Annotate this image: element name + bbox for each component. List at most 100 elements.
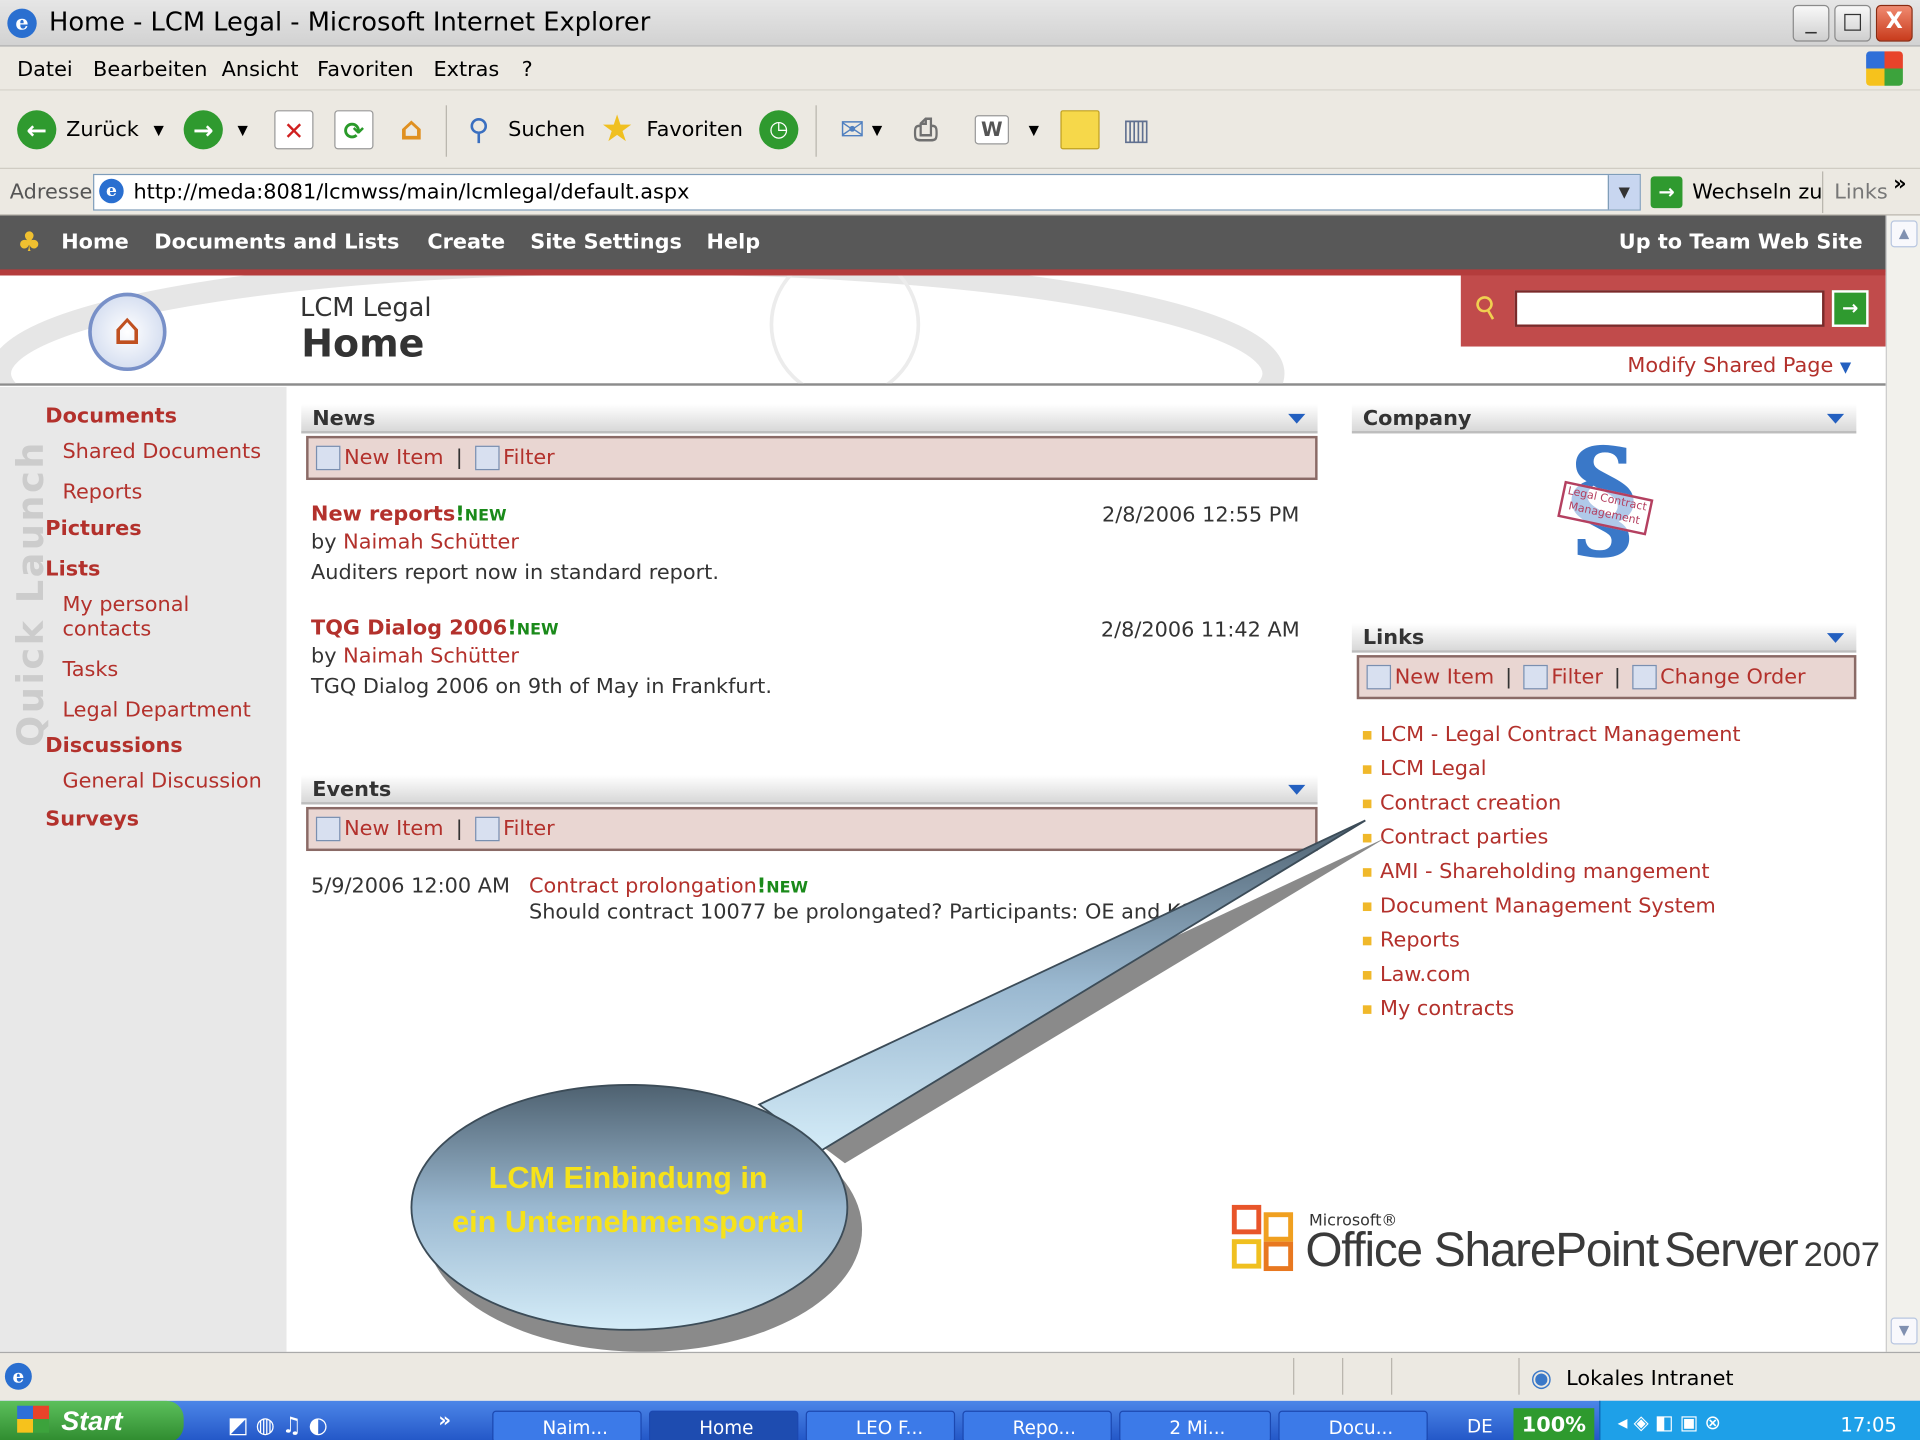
- link-item[interactable]: LCM - Legal Contract Management: [1363, 722, 1741, 746]
- ql-personal-contacts-line2[interactable]: contacts: [62, 617, 151, 643]
- start-button[interactable]: Start: [0, 1400, 184, 1440]
- refresh-button[interactable]: ⟳: [334, 110, 374, 150]
- link-item[interactable]: Document Management System: [1363, 894, 1716, 918]
- scroll-down-icon[interactable]: ▼: [1890, 1317, 1918, 1345]
- language-indicator[interactable]: DE: [1467, 1416, 1493, 1438]
- ql-pictures[interactable]: Pictures: [45, 517, 141, 541]
- link-item[interactable]: LCM Legal: [1363, 757, 1487, 781]
- nav-up-to-team-site[interactable]: Up to Team Web Site: [1619, 230, 1863, 254]
- ql-personal-contacts[interactable]: My personal: [62, 593, 189, 619]
- home-button[interactable]: ⌂: [392, 110, 431, 149]
- menu-help[interactable]: ?: [522, 58, 533, 82]
- stop-button[interactable]: ✕: [274, 110, 314, 150]
- news-new-item[interactable]: New Item: [344, 446, 443, 470]
- brand-office: Office SharePoint: [1305, 1224, 1659, 1278]
- menu-bearbeiten[interactable]: Bearbeiten: [93, 58, 207, 82]
- ql-surveys[interactable]: Surveys: [45, 807, 139, 831]
- mail-button[interactable]: ✉ ▼: [833, 110, 882, 149]
- ql-lists[interactable]: Lists: [45, 557, 100, 581]
- news-filter[interactable]: Filter: [503, 446, 555, 470]
- taskbar-button[interactable]: Naim...: [492, 1410, 642, 1440]
- security-zone: Lokales Intranet: [1566, 1366, 1734, 1392]
- link-item[interactable]: Contract parties: [1363, 825, 1548, 849]
- scroll-up-icon[interactable]: ▲: [1890, 220, 1918, 248]
- go-button[interactable]: → Wechseln zu: [1650, 174, 1822, 211]
- close-button[interactable]: X: [1875, 4, 1913, 42]
- news-item-title[interactable]: New reports: [311, 502, 455, 526]
- taskbar-button-active[interactable]: Home: [648, 1410, 799, 1440]
- links-webpart-header: Links: [1351, 623, 1857, 653]
- nav-help[interactable]: Help: [707, 230, 761, 254]
- quicklaunch-icons[interactable]: ◩ ◍ ♫ ◐: [228, 1413, 328, 1439]
- ql-shared-documents[interactable]: Shared Documents: [62, 440, 261, 466]
- zoom-indicator[interactable]: 100%: [1513, 1408, 1595, 1440]
- tray-icons[interactable]: ◂ ◈ ◧ ▣ ⊗: [1618, 1411, 1721, 1434]
- taskbar-button[interactable]: LEO F...: [805, 1410, 956, 1440]
- links-change-order[interactable]: Change Order: [1660, 665, 1805, 689]
- dropdown-icon[interactable]: ▼: [154, 122, 164, 138]
- chevron-down-icon[interactable]: [1826, 633, 1845, 643]
- ql-general-discussion[interactable]: General Discussion: [62, 769, 261, 795]
- nav-home[interactable]: Home: [61, 230, 129, 254]
- print-button[interactable]: ⎙: [906, 110, 945, 149]
- taskbar-button[interactable]: 2 Mi...: [1119, 1410, 1272, 1440]
- nav-site-settings[interactable]: Site Settings: [530, 230, 682, 254]
- word-button[interactable]: W ▼: [974, 110, 1039, 149]
- menu-extras[interactable]: Extras: [433, 58, 499, 82]
- dropdown-icon[interactable]: ▼: [238, 122, 248, 138]
- ql-legal-department[interactable]: Legal Department: [62, 698, 250, 724]
- research-button[interactable]: ▥: [1117, 110, 1156, 149]
- links-toolbar[interactable]: Links: [1834, 180, 1887, 204]
- back-button[interactable]: ← Zurück ▼: [17, 110, 164, 150]
- brand-product: Office SharePoint Server 2007: [1305, 1225, 1880, 1279]
- site-search-input[interactable]: [1514, 290, 1825, 327]
- by-label: by: [311, 530, 337, 555]
- url-dropdown-icon[interactable]: ▼: [1607, 175, 1640, 210]
- vertical-scrollbar[interactable]: ▲ ▼: [1885, 215, 1920, 1352]
- dropdown-icon[interactable]: ▼: [1029, 122, 1039, 138]
- links-filter[interactable]: Filter: [1551, 665, 1603, 689]
- author-link[interactable]: Naimah Schütter: [343, 644, 519, 668]
- news-item-title[interactable]: TQG Dialog 2006: [311, 616, 507, 640]
- site-home-icon[interactable]: ⌂: [88, 292, 167, 372]
- link-item[interactable]: My contracts: [1363, 997, 1514, 1021]
- menu-favoriten[interactable]: Favoriten: [317, 58, 413, 82]
- forward-button[interactable]: → ▼: [183, 110, 248, 150]
- ql-documents[interactable]: Documents: [45, 404, 177, 428]
- menu-datei[interactable]: Datei: [17, 58, 73, 82]
- news-item: TQG Dialog 2006!NEW: [311, 616, 559, 640]
- maximize-button[interactable]: □: [1834, 4, 1872, 42]
- search-button[interactable]: ⚲ Suchen: [459, 110, 585, 149]
- nav-create[interactable]: Create: [427, 230, 505, 254]
- ql-reports[interactable]: Reports: [62, 480, 142, 506]
- page-status-icon: e: [4, 1362, 32, 1390]
- url-input[interactable]: e http://meda:8081/lcmwss/main/lcmlegal/…: [93, 173, 1641, 211]
- minimize-button[interactable]: _: [1792, 4, 1830, 42]
- news-item-date: 2/8/2006 11:42 AM: [1100, 618, 1300, 643]
- chevron-down-icon[interactable]: [1288, 413, 1306, 424]
- modify-shared-page[interactable]: Modify Shared Page ▼: [1627, 354, 1851, 378]
- clock[interactable]: 17:05: [1840, 1413, 1896, 1436]
- link-item[interactable]: Contract creation: [1363, 791, 1561, 815]
- more-links-button[interactable]: »: [1893, 171, 1906, 195]
- news-item-body: Auditers report now in standard report.: [311, 560, 719, 586]
- search-go-button[interactable]: →: [1831, 290, 1869, 327]
- author-link[interactable]: Naimah Schütter: [343, 530, 519, 554]
- link-item[interactable]: AMI - Shareholding mangement: [1363, 860, 1710, 884]
- taskbar-more[interactable]: »: [438, 1408, 451, 1431]
- site-title[interactable]: LCM Legal: [300, 293, 432, 322]
- taskbar-button[interactable]: Repo...: [962, 1410, 1112, 1440]
- dropdown-icon[interactable]: ▼: [872, 122, 882, 138]
- favorites-button[interactable]: ★ Favoriten: [598, 110, 743, 149]
- new-item-icon: [1366, 664, 1392, 690]
- nav-documents-and-lists[interactable]: Documents and Lists: [154, 230, 399, 254]
- ql-discussions[interactable]: Discussions: [45, 733, 182, 757]
- chevron-down-icon[interactable]: [1288, 784, 1306, 795]
- ql-tasks[interactable]: Tasks: [62, 658, 118, 684]
- taskbar-button[interactable]: Docu...: [1278, 1410, 1428, 1440]
- menu-ansicht[interactable]: Ansicht: [222, 58, 299, 82]
- history-button[interactable]: ◷: [759, 110, 799, 150]
- links-new-item[interactable]: New Item: [1395, 665, 1494, 689]
- notes-button[interactable]: [1060, 110, 1100, 150]
- chevron-down-icon[interactable]: [1826, 413, 1845, 424]
